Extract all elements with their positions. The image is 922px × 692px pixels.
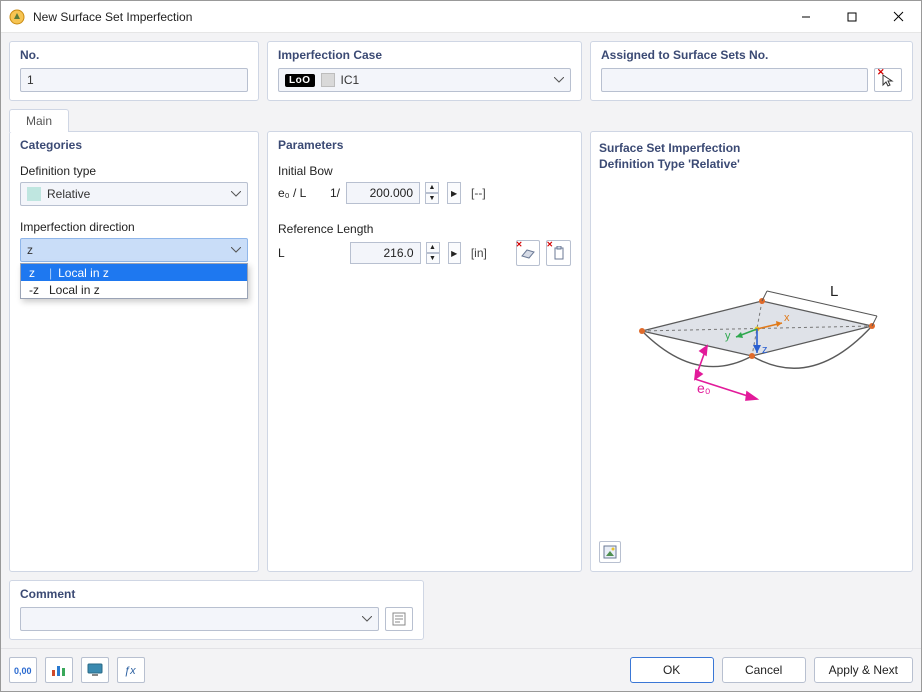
assigned-header: Assigned to Surface Sets No. — [601, 48, 902, 62]
definition-type-label: Definition type — [20, 164, 248, 178]
e0-next-button[interactable]: ▶ — [447, 182, 461, 204]
dialog-window: New Surface Set Imperfection No. 1 Imper… — [0, 0, 922, 692]
note-icon — [392, 612, 406, 626]
svg-text:0,00: 0,00 — [14, 666, 32, 676]
initial-bow-label: Initial Bow — [278, 164, 571, 178]
spin-down-icon[interactable]: ▼ — [425, 193, 439, 204]
L-label: L — [278, 246, 324, 260]
L-next-button[interactable]: ▶ — [448, 242, 461, 264]
cancel-button[interactable]: Cancel — [722, 657, 806, 683]
spin-down-icon[interactable]: ▼ — [426, 253, 440, 264]
title-bar: New Surface Set Imperfection — [1, 1, 921, 33]
svg-text:e₀: e₀ — [697, 380, 711, 396]
apply-next-button[interactable]: Apply & Next — [814, 657, 913, 683]
clear-x-icon: ✕ — [516, 240, 523, 249]
direction-option-z[interactable]: z | Local in z — [21, 264, 247, 281]
clipboard-icon — [553, 246, 565, 260]
svg-text:y: y — [725, 330, 731, 342]
comment-edit-button[interactable] — [385, 607, 413, 631]
view-button[interactable] — [81, 657, 109, 683]
decimals-icon: 0,00 — [14, 663, 32, 677]
e0-unit: [--] — [471, 186, 486, 200]
preview-canvas: x y z L — [599, 180, 904, 541]
parameters-header: Parameters — [278, 138, 571, 152]
dialog-footer: 0,00 ƒx OK Cancel Apply & Next — [1, 648, 921, 691]
comment-panel: Comment — [9, 580, 424, 640]
svg-text:x: x — [784, 312, 790, 324]
imperfection-case-select[interactable]: LoO IC1 — [278, 68, 571, 92]
definition-type-swatch — [27, 187, 41, 201]
definition-type-select[interactable]: Relative — [20, 182, 248, 206]
categories-panel: Categories Definition type Relative Impe… — [9, 131, 259, 572]
no-input[interactable]: 1 — [20, 68, 248, 92]
clear-x-icon: ✕ — [877, 67, 885, 78]
imperfection-diagram: x y z L — [612, 271, 892, 451]
close-button[interactable] — [875, 1, 921, 33]
assigned-panel: Assigned to Surface Sets No. ✕ — [590, 41, 913, 101]
fx-icon: ƒx — [123, 663, 139, 677]
units-button[interactable]: 0,00 — [9, 657, 37, 683]
image-icon — [603, 545, 617, 559]
direction-dropdown-list: z | Local in z -z Local in z — [20, 263, 248, 299]
no-value: 1 — [27, 73, 34, 87]
e0-spinner[interactable]: ▲▼ — [425, 182, 439, 204]
maximize-button[interactable] — [829, 1, 875, 33]
L-unit: [in] — [471, 246, 487, 260]
comment-input[interactable] — [20, 607, 379, 631]
comment-header: Comment — [20, 587, 413, 601]
chevron-down-icon — [362, 616, 372, 622]
pick-surface-set-button[interactable]: ✕ — [874, 68, 902, 92]
length-tool-2-button[interactable]: ✕ — [546, 240, 571, 266]
direction-select[interactable]: z — [20, 238, 248, 262]
one-over-label: 1/ — [330, 186, 340, 200]
preview-panel: Surface Set Imperfection Definition Type… — [590, 131, 913, 572]
chevron-down-icon — [231, 247, 241, 253]
imperfection-case-header: Imperfection Case — [278, 48, 571, 62]
e0-label: e₀ / L — [278, 186, 324, 200]
monitor-icon — [87, 663, 103, 677]
e0-input[interactable]: 200.000 — [346, 182, 420, 204]
spin-up-icon[interactable]: ▲ — [426, 242, 440, 253]
imperfection-case-panel: Imperfection Case LoO IC1 — [267, 41, 582, 101]
clear-x-icon: ✕ — [546, 240, 553, 249]
window-title: New Surface Set Imperfection — [33, 10, 192, 24]
app-icon — [9, 9, 25, 25]
preview-header: Surface Set Imperfection Definition Type… — [599, 140, 904, 172]
L-spinner[interactable]: ▲▼ — [426, 242, 440, 264]
tab-bar: Main — [9, 107, 913, 131]
window-controls — [783, 1, 921, 33]
tab-main[interactable]: Main — [9, 109, 69, 132]
spin-up-icon[interactable]: ▲ — [425, 182, 439, 193]
categories-header: Categories — [20, 138, 248, 152]
svg-text:ƒx: ƒx — [124, 665, 136, 677]
graph-button[interactable] — [45, 657, 73, 683]
L-input[interactable]: 216.0 — [350, 242, 421, 264]
direction-option-neg-z[interactable]: -z Local in z — [21, 281, 247, 298]
no-panel: No. 1 — [9, 41, 259, 101]
bars-icon — [51, 663, 67, 677]
length-tool-1-button[interactable]: ✕ — [516, 240, 541, 266]
minimize-button[interactable] — [783, 1, 829, 33]
surface-icon — [521, 247, 535, 259]
assigned-input[interactable] — [601, 68, 868, 92]
parameters-panel: Parameters Initial Bow e₀ / L 1/ 200.000… — [267, 131, 582, 572]
imperfection-swatch — [321, 73, 335, 87]
svg-text:L: L — [830, 283, 838, 300]
direction-value: z — [27, 243, 33, 257]
svg-text:z: z — [762, 344, 768, 356]
direction-label: Imperfection direction — [20, 220, 248, 234]
ref-length-label: Reference Length — [278, 222, 571, 236]
ok-button[interactable]: OK — [630, 657, 714, 683]
script-button[interactable]: ƒx — [117, 657, 145, 683]
imperfection-value: IC1 — [341, 73, 360, 87]
definition-type-value: Relative — [47, 187, 90, 201]
chevron-down-icon — [554, 77, 564, 83]
preview-tool-button[interactable] — [599, 541, 621, 563]
imperfection-tag: LoO — [285, 74, 315, 87]
chevron-down-icon — [231, 191, 241, 197]
no-header: No. — [20, 48, 248, 62]
